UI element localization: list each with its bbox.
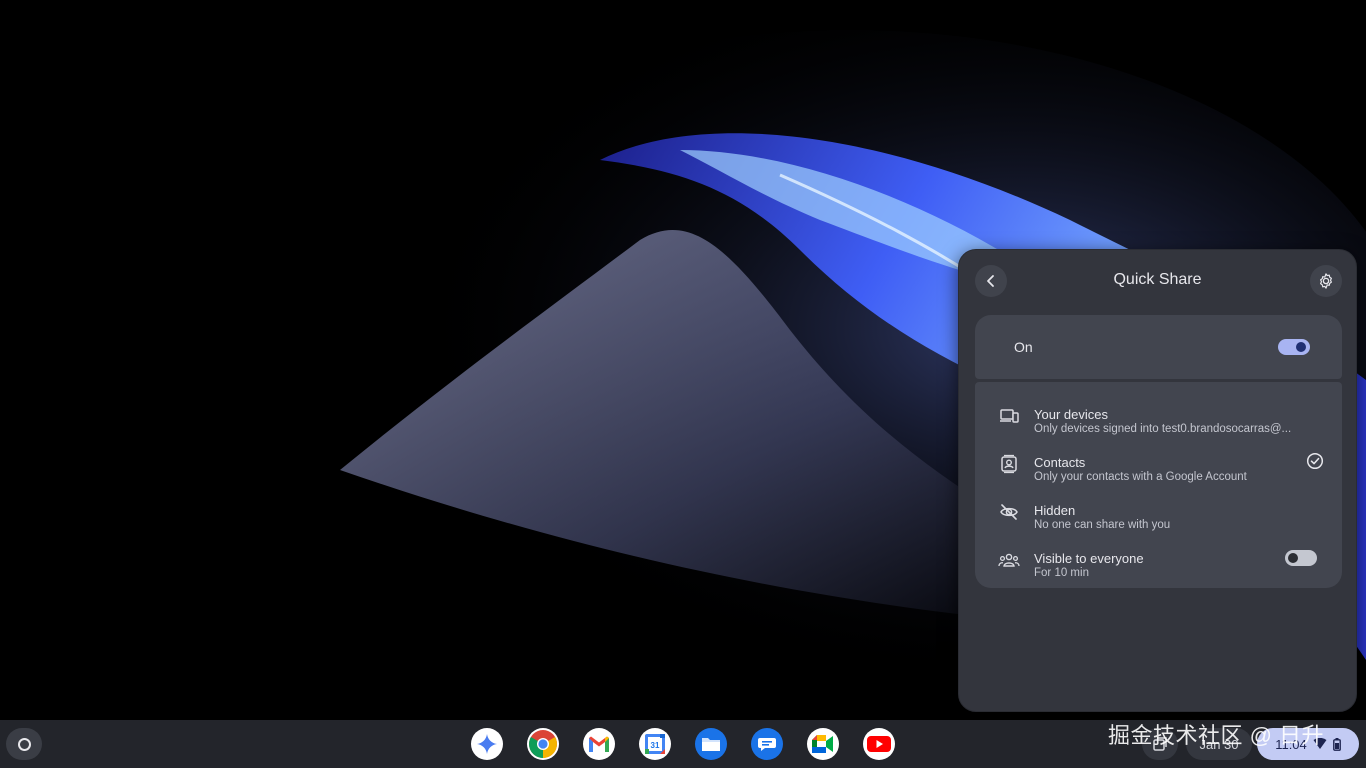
option-title: Contacts <box>1034 455 1086 470</box>
option-subtitle: Only your contacts with a Google Account <box>1034 471 1247 483</box>
files-app-icon[interactable] <box>695 728 727 760</box>
battery-icon <box>1332 737 1341 751</box>
chrome-app-icon[interactable] <box>527 728 559 760</box>
panel-title: Quick Share <box>1113 271 1202 288</box>
option-hidden[interactable]: Hidden No one can share with you <box>975 488 1342 536</box>
option-subtitle: No one can share with you <box>1034 519 1171 531</box>
checkmark-icon <box>1306 452 1324 475</box>
launcher-button[interactable] <box>6 728 42 760</box>
watermark: 掘金技术社区 @ 日升 <box>1108 723 1325 748</box>
settings-button[interactable] <box>1310 265 1342 297</box>
toggle-knob <box>1288 553 1298 563</box>
messages-app-icon[interactable] <box>751 728 783 760</box>
option-subtitle: For 10 min <box>1034 567 1089 579</box>
visibility-off-icon <box>997 500 1021 524</box>
toggle-knob <box>1296 342 1306 352</box>
quick-share-enable-row[interactable]: On <box>975 315 1342 379</box>
visible-to-everyone-toggle[interactable] <box>1285 550 1317 566</box>
launcher-icon <box>17 737 31 751</box>
youtube-app-icon[interactable] <box>863 728 895 760</box>
calendar-day: 31 <box>651 741 660 750</box>
devices-icon <box>997 404 1021 428</box>
visibility-options: Your devices Only devices signed into te… <box>975 382 1342 588</box>
contacts-icon <box>997 452 1021 476</box>
quick-share-toggle[interactable] <box>1278 339 1310 355</box>
group-icon <box>997 548 1021 572</box>
quick-share-panel: Quick Share On Your devices Only devices… <box>958 249 1357 712</box>
gemini-app-icon[interactable] <box>471 728 503 760</box>
panel-header: Quick Share <box>959 250 1356 312</box>
option-title: Your devices <box>1034 407 1108 422</box>
option-subtitle: Only devices signed into test0.brandosoc… <box>1034 423 1292 435</box>
option-your-devices[interactable]: Your devices Only devices signed into te… <box>975 392 1342 440</box>
gmail-app-icon[interactable] <box>583 728 615 760</box>
enable-label: On <box>1014 339 1033 355</box>
option-title: Visible to everyone <box>1034 551 1144 566</box>
option-contacts[interactable]: Contacts Only your contacts with a Googl… <box>975 440 1342 488</box>
gear-icon <box>1320 273 1332 289</box>
calendar-app-icon[interactable]: 31 <box>639 728 671 760</box>
meet-app-icon[interactable] <box>807 728 839 760</box>
option-visible-to-everyone[interactable]: Visible to everyone For 10 min <box>975 536 1342 584</box>
option-title: Hidden <box>1034 503 1076 518</box>
